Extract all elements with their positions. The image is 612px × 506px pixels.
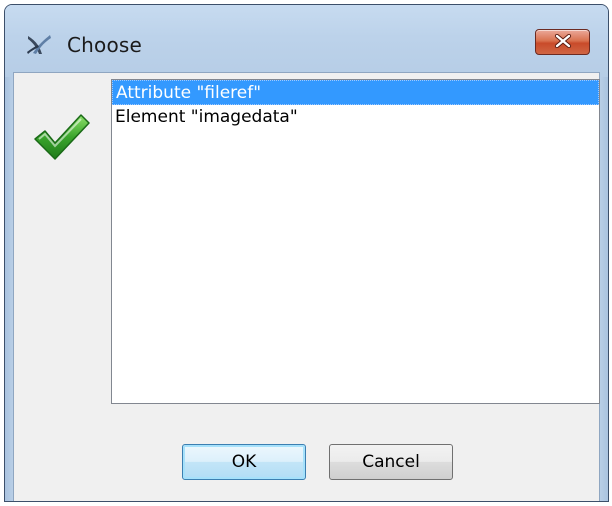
ok-button[interactable]: OK [182,444,306,480]
cancel-button-label: Cancel [362,452,420,472]
choose-dialog: Choose Attribute "fileref" Element "imag… [4,4,609,502]
cancel-button[interactable]: Cancel [329,444,453,480]
ok-button-label: OK [231,452,257,472]
list-item[interactable]: Attribute "fileref" [112,80,599,105]
oxygen-cross-icon [25,32,53,58]
close-x-icon [554,33,572,52]
list-item[interactable]: Element "imagedata" [112,105,599,130]
green-checkmark-icon [31,111,91,163]
close-button[interactable] [535,29,590,55]
dialog-body: Attribute "fileref" Element "imagedata" … [13,72,600,501]
choice-list[interactable]: Attribute "fileref" Element "imagedata" [111,79,600,404]
window-title: Choose [67,33,143,57]
title-bar[interactable]: Choose [5,5,608,77]
